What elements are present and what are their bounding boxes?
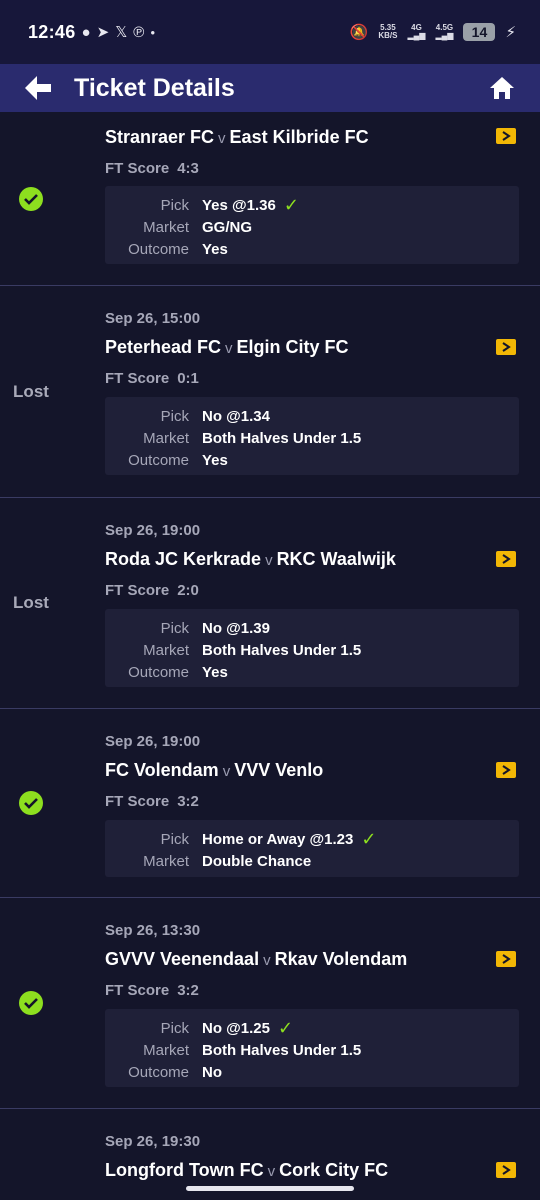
outcome-value: Yes (202, 663, 228, 681)
bet-details: Pick Yes @1.36 ✓ Market GG/NG Outcome Yes (105, 186, 519, 264)
match-teams: Longford Town FC v Cork City FC (105, 1160, 389, 1180)
app-header: Ticket Details (0, 64, 540, 112)
play-icon[interactable] (496, 1162, 516, 1178)
status-column (0, 112, 62, 285)
home-icon[interactable] (484, 70, 520, 106)
market-value: Both Halves Under 1.5 (202, 1041, 362, 1059)
win-tick-icon: ✓ (361, 828, 377, 849)
ticket-match-list[interactable]: Stranraer FC v East Kilbride FC FT Score 4:… (0, 112, 540, 1200)
status-column: Lost (0, 498, 62, 708)
match-card[interactable]: Lost Sep 26, 15:00 Peterhead FC v Elgin Ci… (0, 286, 540, 498)
play-icon[interactable] (496, 951, 516, 967)
match-teams: Peterhead FC v Elgin City FC (105, 337, 349, 357)
market-value: Both Halves Under 1.5 (202, 429, 362, 447)
bet-details: Pick Home or Away @1.23 ✓ Market Double Cha… (105, 820, 519, 877)
battery-indicator: 14 (463, 23, 496, 41)
page-title: Ticket Details (74, 73, 235, 102)
chat-icon: ● (81, 23, 91, 41)
match-date: Sep 26, 15:00 (105, 310, 201, 327)
bet-details: Pick No @1.34 Market Both Halves Under 1.5… (105, 397, 519, 475)
pick-value: Yes @1.36 (202, 196, 276, 214)
win-tick-icon: ✓ (283, 194, 299, 215)
ft-score: FT Score 3:2 (105, 982, 199, 999)
bet-details: Pick No @1.25 ✓ Market Both Halves Under 1.… (105, 1009, 519, 1087)
pick-value: No @1.34 (202, 407, 270, 425)
signal-45g: 4.5G ▂▄▆ (435, 23, 454, 40)
clock: 12:46 (28, 21, 76, 42)
ft-score: FT Score 3:2 (105, 793, 199, 810)
lost-label: Lost (13, 381, 49, 401)
match-teams: FC Volendam v VVV Venlo (105, 760, 324, 780)
match-card[interactable]: Stranraer FC v East Kilbride FC FT Score 4:… (0, 112, 540, 286)
more-dot-icon: ● (150, 27, 156, 37)
match-date: Sep 26, 19:00 (105, 733, 201, 750)
back-arrow-icon[interactable] (20, 70, 56, 106)
app-icon: ℗ (133, 23, 145, 41)
match-teams: Stranraer FC v East Kilbride FC (105, 127, 369, 147)
market-value: Double Chance (202, 852, 312, 870)
status-column: Lost (0, 286, 62, 497)
match-teams: GVVV Veenendaal v Rkav Volendam (105, 949, 408, 969)
lost-label: Lost (13, 593, 49, 612)
match-date: Sep 26, 19:00 (105, 522, 201, 539)
ft-score: FT Score 2:0 (105, 582, 199, 599)
pick-value: Home or Away @1.23 (202, 830, 354, 848)
ft-score: FT Score 0:1 (105, 370, 199, 387)
charging-icon: ⚡ (505, 24, 516, 41)
mute-bell-icon: 🔕 (349, 24, 369, 41)
play-icon[interactable] (496, 762, 516, 778)
match-date: Sep 26, 19:30 (105, 1133, 201, 1150)
match-card[interactable]: Sep 26, 19:00 FC Volendam v VVV Venlo FT S… (0, 709, 540, 898)
net-speed: 5.35 KB/S (378, 23, 398, 40)
gesture-bar[interactable] (186, 1186, 354, 1191)
outcome-value: Yes (202, 240, 228, 258)
match-date: Sep 26, 13:30 (105, 922, 201, 939)
match-card[interactable]: Lost Sep 26, 19:00 Roda JC Kerkrade v RKC … (0, 498, 540, 709)
won-check-icon (19, 186, 43, 211)
play-icon[interactable] (496, 339, 516, 355)
signal-4g: 4G ▂▄▆ (407, 23, 426, 40)
market-value: Both Halves Under 1.5 (202, 641, 362, 659)
play-icon[interactable] (496, 551, 516, 567)
x-icon: 𝕏 (115, 24, 128, 41)
won-check-icon (19, 791, 43, 815)
match-card[interactable]: Sep 26, 13:30 GVVV Veenendaal v Rkav Volen… (0, 898, 540, 1109)
status-column (0, 709, 62, 897)
status-column (0, 898, 62, 1108)
bet-details: Pick No @1.39 Market Both Halves Under 1.5… (105, 609, 519, 687)
win-tick-icon: ✓ (277, 1017, 294, 1038)
market-value: GG/NG (202, 218, 253, 236)
pick-value: No @1.25 (202, 1019, 270, 1037)
outcome-value: No (202, 1063, 222, 1081)
telegram-icon: ➤ (96, 24, 110, 41)
ft-score: FT Score 4:3 (105, 160, 199, 177)
pick-value: No @1.39 (202, 619, 270, 637)
outcome-value: Yes (202, 451, 228, 469)
won-check-icon (19, 991, 43, 1015)
status-bar: 12:46 ● ➤ 𝕏 ℗ ● 🔕 5.35 KB/S 4G ▂▄▆ 4.5G … (0, 0, 540, 64)
match-teams: Roda JC Kerkrade v RKC Waalwijk (105, 549, 396, 569)
play-icon[interactable] (496, 128, 516, 144)
